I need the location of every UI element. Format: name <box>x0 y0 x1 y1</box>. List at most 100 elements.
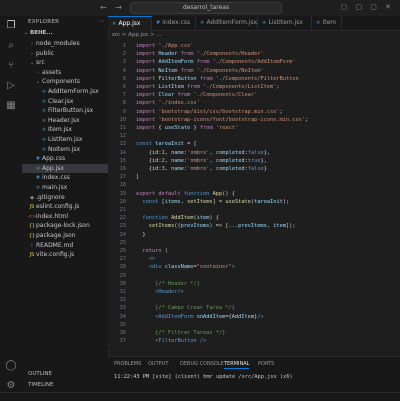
explorer-title: EXPLORER <box>28 19 60 25</box>
panel-tab[interactable]: OUTPUT <box>148 361 168 367</box>
code-line: 9 import 'bootstrap/dist/css/bootstrap.mi… <box>108 109 400 116</box>
title-bar: ← → desarrol_tareas ▢ ▢ ▢ ✕ <box>0 0 400 17</box>
html-file-icon: <> <box>28 213 37 220</box>
account-icon[interactable]: ◯ <box>5 360 17 372</box>
tree-item[interactable]: {}package.json <box>22 231 114 240</box>
tree-item[interactable]: <>index.html <box>22 212 114 221</box>
editor-tab[interactable]: ⚛ Item <box>312 16 342 30</box>
window-controls[interactable]: ▢ ▢ ▢ ✕ <box>341 3 394 11</box>
tree-item-label: README.md <box>36 241 74 249</box>
editor-tab[interactable]: # index.css <box>152 16 196 30</box>
workspace-root[interactable]: ⌄ BEHE... <box>22 29 110 38</box>
tree-item[interactable]: ⚛ App.jsx <box>22 163 120 173</box>
panel-tab[interactable]: DEBUG CONSOLE <box>180 361 224 367</box>
chevron-down-icon: ⌄ <box>35 79 41 86</box>
line-number: 37 <box>119 338 126 345</box>
markdown-file-icon: i <box>31 242 33 249</box>
editor-tab[interactable]: ⚛ App.jsx <box>108 16 152 31</box>
line-number: 12 <box>119 133 126 140</box>
tree-item-label: ListItem.jsx <box>48 136 83 143</box>
code-line: 19 export default function App() { <box>108 191 400 198</box>
code-line: 20 const [items, setItems] = useState(ta… <box>108 199 400 206</box>
more-actions-icon[interactable]: ⋯ <box>98 18 104 25</box>
files-icon[interactable]: ❐ <box>5 20 17 32</box>
git-file-icon: ◆ <box>30 194 34 201</box>
editor-tab[interactable]: ⚛ ListItem.jsx <box>258 16 312 30</box>
code-line: 26 return ( <box>108 248 400 255</box>
line-number: 22 <box>119 215 126 222</box>
tree-item[interactable]: › public <box>22 49 114 58</box>
code-text: {id:2, name:'nmbre', completed:true}, <box>148 157 267 164</box>
line-number: 7 <box>122 92 126 99</box>
tree-item[interactable]: i README.md <box>22 241 114 250</box>
command-center-search[interactable]: desarrol_tareas <box>130 2 282 14</box>
code-line: 3 import AddItemForm from './Components/A… <box>108 59 400 66</box>
css-file-icon: # <box>35 156 41 163</box>
tree-item[interactable]: JS eslint.config.js <box>22 202 114 211</box>
code-line: 27 <> <box>108 256 400 263</box>
tree-item[interactable]: ⌄ src <box>22 58 114 67</box>
code-line: 25 <box>108 240 400 247</box>
line-number: 2 <box>122 51 126 58</box>
tree-item[interactable]: ⌄ Components <box>22 77 120 86</box>
code-text: import Clear from './Components/Clear' <box>136 92 258 99</box>
line-number: 32 <box>119 297 126 304</box>
react-file-icon: ⚛ <box>262 20 267 26</box>
code-text: <> <box>148 256 156 263</box>
line-number: 31 <box>119 289 126 295</box>
code-text: export default function App() { <box>136 190 235 197</box>
line-number: 26 <box>119 248 126 254</box>
code-editor[interactable]: 1 import './App.css' 2 import Header from '… <box>108 40 400 350</box>
line-number: 1 <box>122 43 126 49</box>
tree-item[interactable]: › node_modules <box>22 39 114 48</box>
settings-gear-icon[interactable]: ⚙ <box>5 380 17 392</box>
code-line: 22 function AddItem(item) { <box>108 215 400 222</box>
tree-item-label: src <box>36 59 45 67</box>
outline-section[interactable]: OUTLINE <box>28 371 52 377</box>
code-text: {/* Filtrar Tareas */} <box>155 330 226 336</box>
code-text: {id:1, name:'nmbre', completed:false}, <box>148 149 271 156</box>
chevron-down-icon: ⌄ <box>29 60 35 67</box>
activity-bar: ❐ ⌕ ⑂ ▷ ▦ ◯ ⚙ <box>0 16 23 400</box>
code-line: 18 <box>108 182 400 189</box>
code-line: 32 <box>108 297 400 304</box>
react-file-icon: ⚛ <box>41 89 47 95</box>
tree-item[interactable]: {}package-lock.json <box>22 221 114 230</box>
breadcrumb[interactable]: src > App.jsx > ... <box>108 31 400 40</box>
tree-item[interactable]: # App.css <box>22 154 120 163</box>
search-icon[interactable]: ⌕ <box>5 40 17 52</box>
editor-tab[interactable]: ⚛ AddItemForm.jsx <box>196 16 258 30</box>
tree-item[interactable]: ⚛ main.jsx <box>22 183 120 192</box>
tree-item[interactable]: › assets <box>22 68 120 77</box>
editor-tabs: ⚛ App.jsx # index.css ⚛ AddItemForm.jsx ⚛ ListI… <box>108 16 400 31</box>
panel-tab[interactable]: PORTS <box>258 361 274 367</box>
extensions-icon[interactable]: ▦ <box>5 100 17 112</box>
source-control-icon[interactable]: ⑂ <box>5 60 17 72</box>
panel-tab[interactable]: TERMINAL <box>224 361 250 369</box>
tree-item-label: index.css <box>42 174 70 182</box>
line-number: 15 <box>119 157 126 164</box>
tree-item[interactable]: ◆ .gitignore <box>22 193 114 202</box>
tree-item-label: Clear.jsx <box>48 97 74 105</box>
line-number: 13 <box>119 141 126 148</box>
terminal-output-line: 11:22:43 PM [vite] (client) hmr update /… <box>114 374 293 380</box>
timeline-section[interactable]: TIMELINE <box>28 382 53 388</box>
json-file-icon: {} <box>28 233 36 239</box>
explorer-sidebar: EXPLORER ⋯ ⌄ BEHE... › node_modules › public… <box>22 16 120 400</box>
panel-tab[interactable]: PROBLEMS <box>114 361 141 367</box>
tree-item[interactable]: # index.css <box>22 173 120 182</box>
chevron-right-icon: › <box>37 69 39 76</box>
tab-label: Item <box>322 19 337 26</box>
code-text: import { useState } from 'react' <box>136 125 239 131</box>
react-file-icon: ⚛ <box>41 127 47 134</box>
run-debug-icon[interactable]: ▷ <box>5 80 17 92</box>
bottom-panel: 11:22:43 PM [vite] (client) hmr update /… <box>108 356 400 393</box>
code-line: 36 {/* Filtrar Tareas */} <box>108 330 400 337</box>
react-file-icon: ⚛ <box>35 165 41 172</box>
tree-item[interactable]: JS vite.config.js <box>22 250 114 259</box>
code-line: 33 {/* Campo Crear Tarea */} <box>108 305 400 312</box>
code-text: import './App.css' <box>136 43 194 49</box>
nav-arrows[interactable]: ← → <box>100 3 125 12</box>
code-line: 10 import 'bootstrap-icons/font/bootstrap… <box>108 117 400 124</box>
tree-item-label: main.jsx <box>42 184 68 191</box>
